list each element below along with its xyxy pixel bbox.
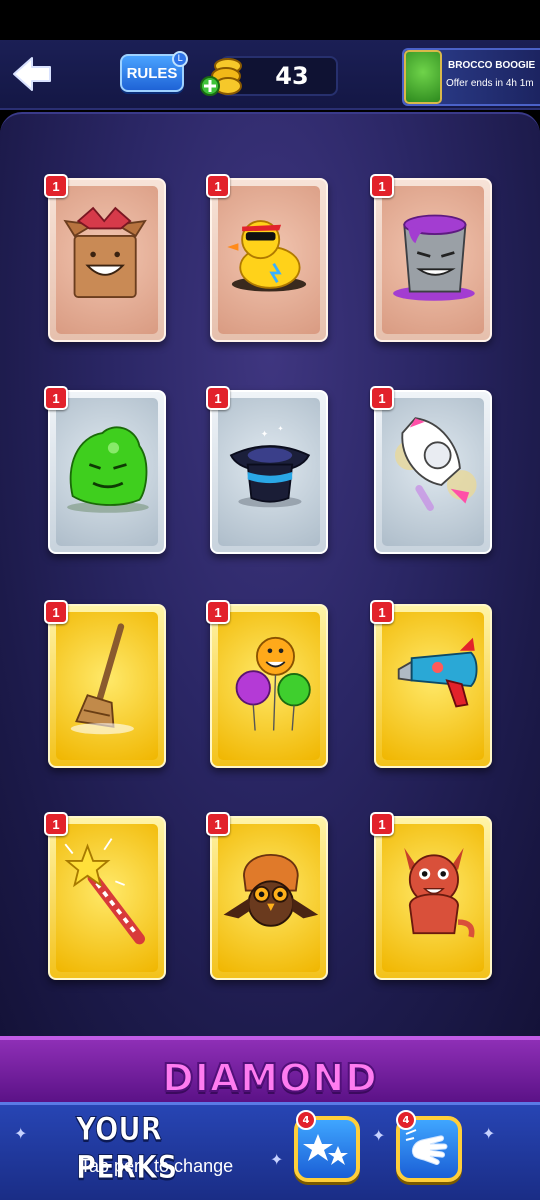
offer-timer: Offer ends in 4h 1m [446,78,534,89]
sparkle-icon: ✦ [372,1126,386,1145]
card-face [382,612,484,760]
perk-badge: 4 [396,1110,416,1130]
booster-card[interactable]: 1 [370,812,492,980]
broom-icon [70,623,134,735]
booster-card[interactable]: ✦ ✦ 1 [206,386,328,554]
card-face [56,612,158,760]
booster-card[interactable]: 1 [206,812,328,980]
booster-card[interactable]: 1 [370,174,492,342]
perk-badge: 4 [296,1110,316,1130]
card-count-badge: 1 [206,600,230,624]
booster-card[interactable]: 1 [370,600,492,768]
booster-card[interactable]: 1 [44,812,166,980]
card-face [218,612,320,760]
card-face [382,824,484,972]
card-face [382,398,484,546]
coin-value: 43 [275,62,309,90]
rules-label: RULES [126,64,178,82]
card-count-badge: 1 [44,812,68,836]
card-face [56,398,158,546]
magic-hat-icon: ✦✦ [229,424,311,508]
card-face [56,186,158,334]
gift-box-character-icon [63,206,147,299]
magic-wand-icon [64,838,146,945]
booster-card[interactable]: 1 [44,386,166,554]
booster-card[interactable]: 1 [206,174,328,342]
balloons-icon [235,636,311,731]
card-count-badge: 1 [370,600,394,624]
booster-card[interactable]: 1 [206,600,328,768]
back-arrow-icon [13,57,51,91]
coin-stack-icon [200,58,242,96]
sparkle-icon: ✦ [14,1124,28,1143]
banner-title: DIAMOND BOOSTERS [150,1055,388,1145]
green-jelly-character-icon [67,426,149,513]
ray-gun-icon [397,637,478,708]
status-bar [0,0,540,40]
card-count-badge: 1 [206,812,230,836]
perks-subtitle: Tap perk to change [80,1156,234,1176]
rubber-duck-sunglasses-icon [227,220,307,292]
card-count-badge: 1 [44,600,68,624]
card-count-badge: 1 [44,174,68,198]
booster-card[interactable]: 1 [370,386,492,554]
card-face: ✦ ✦ [218,398,320,546]
rules-badge: L [172,51,188,67]
sparkle-icon: ✦ [482,1124,496,1143]
add-coins-button[interactable] [200,52,246,100]
card-count-badge: 1 [206,174,230,198]
svg-text:✦: ✦ [261,429,269,440]
perks-title: YOUR PERKS [76,1110,178,1187]
card-face [218,824,320,972]
back-button[interactable] [10,54,54,94]
svg-text:✦: ✦ [277,424,283,433]
card-face [218,186,320,334]
offer-title: BROCCO BOOGIE [448,60,536,71]
booster-card[interactable]: 1 [44,174,166,342]
card-count-badge: 1 [206,386,230,410]
paint-bucket-character-icon [393,214,475,301]
brocco-offer-icon [404,50,442,104]
card-count-badge: 1 [370,812,394,836]
card-count-badge: 1 [44,386,68,410]
card-face [382,186,484,334]
card-face [56,824,158,972]
owl-icon [223,854,319,927]
booster-card[interactable]: 1 [44,600,166,768]
card-count-badge: 1 [370,386,394,410]
red-dragon-icon [404,847,475,938]
rocket-character-icon [394,417,477,511]
card-count-badge: 1 [370,174,394,198]
